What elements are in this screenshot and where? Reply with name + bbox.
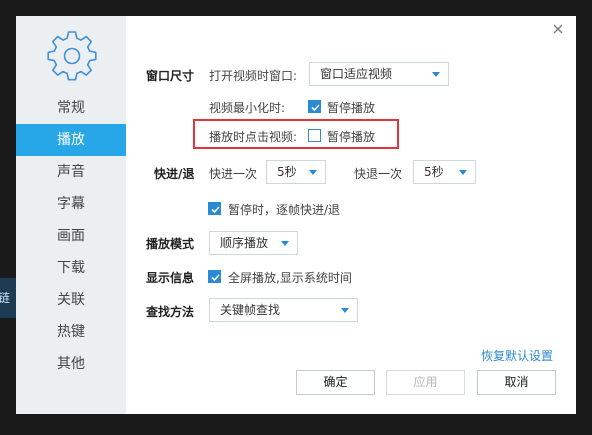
play-mode-value: 顺序播放 — [220, 236, 269, 250]
apply-button[interactable]: 应用 — [386, 370, 465, 395]
forward-step-select[interactable]: 5秒 — [266, 160, 326, 184]
section-title-play-mode: 播放模式 — [146, 237, 195, 251]
sidebar-item-audio[interactable]: 声音 — [16, 156, 126, 188]
sidebar-item-subtitles[interactable]: 字幕 — [16, 188, 126, 220]
frame-step-checkbox[interactable] — [208, 202, 221, 215]
minimize-pause-checkbox[interactable] — [308, 100, 321, 113]
minimize-label: 视频最小化时: — [209, 101, 286, 115]
checkmark-icon — [211, 274, 220, 282]
play-mode-select[interactable]: 顺序播放 — [209, 231, 298, 255]
backward-step-select[interactable]: 5秒 — [413, 160, 476, 184]
open-video-window-label: 打开视频时窗口: — [209, 69, 298, 83]
click-video-label: 播放时点击视频: — [209, 130, 298, 144]
backward-step-value: 5秒 — [424, 165, 444, 179]
find-method-value: 关键帧查找 — [220, 303, 281, 317]
frame-step-label: 暂停时，逐帧快进/退 — [228, 203, 341, 217]
chevron-down-icon — [341, 308, 349, 313]
checkmark-icon — [211, 206, 220, 214]
open-video-window-select[interactable]: 窗口适应视频 — [309, 62, 449, 86]
settings-sidebar: 常规 播放 声音 字幕 画面 下载 关联 热键 其他 — [16, 16, 126, 414]
sidebar-item-general[interactable]: 常规 — [16, 92, 126, 124]
background-partial-text: 链 — [0, 278, 16, 318]
forward-step-value: 5秒 — [277, 165, 297, 179]
section-title-display-info: 显示信息 — [146, 271, 195, 285]
close-icon[interactable] — [550, 21, 566, 37]
sidebar-item-playback[interactable]: 播放 — [16, 124, 126, 156]
forward-label: 快进一次 — [209, 167, 258, 181]
ok-button[interactable]: 确定 — [296, 370, 375, 395]
gear-icon — [47, 31, 97, 81]
section-title-seek: 快进/退 — [154, 167, 195, 181]
chevron-down-icon — [309, 170, 317, 175]
cancel-button[interactable]: 取消 — [477, 370, 556, 395]
find-method-select[interactable]: 关键帧查找 — [209, 298, 358, 322]
minimize-pause-label: 暂停播放 — [327, 101, 376, 115]
show-system-time-label: 全屏播放,显示系统时间 — [228, 271, 352, 285]
checkmark-icon — [311, 104, 320, 112]
settings-dialog: 常规 播放 声音 字幕 画面 下载 关联 热键 其他 窗口尺寸 打开视频时窗口:… — [16, 16, 576, 414]
backward-label: 快退一次 — [354, 167, 403, 181]
sidebar-item-association[interactable]: 关联 — [16, 284, 126, 316]
sidebar-item-other[interactable]: 其他 — [16, 348, 126, 380]
sidebar-item-download[interactable]: 下载 — [16, 252, 126, 284]
open-video-window-value: 窗口适应视频 — [320, 67, 393, 81]
restore-defaults-link[interactable]: 恢复默认设置 — [481, 347, 553, 364]
sidebar-item-hotkeys[interactable]: 热键 — [16, 316, 126, 348]
section-title-window-size: 窗口尺寸 — [146, 69, 195, 83]
chevron-down-icon — [432, 72, 440, 77]
chevron-down-icon — [281, 241, 289, 246]
click-video-pause-label: 暂停播放 — [327, 130, 376, 144]
section-title-find-method: 查找方法 — [146, 305, 195, 319]
chevron-down-icon — [459, 170, 467, 175]
sidebar-item-video[interactable]: 画面 — [16, 220, 126, 252]
show-system-time-checkbox[interactable] — [208, 270, 221, 283]
click-video-pause-checkbox[interactable] — [308, 129, 321, 142]
